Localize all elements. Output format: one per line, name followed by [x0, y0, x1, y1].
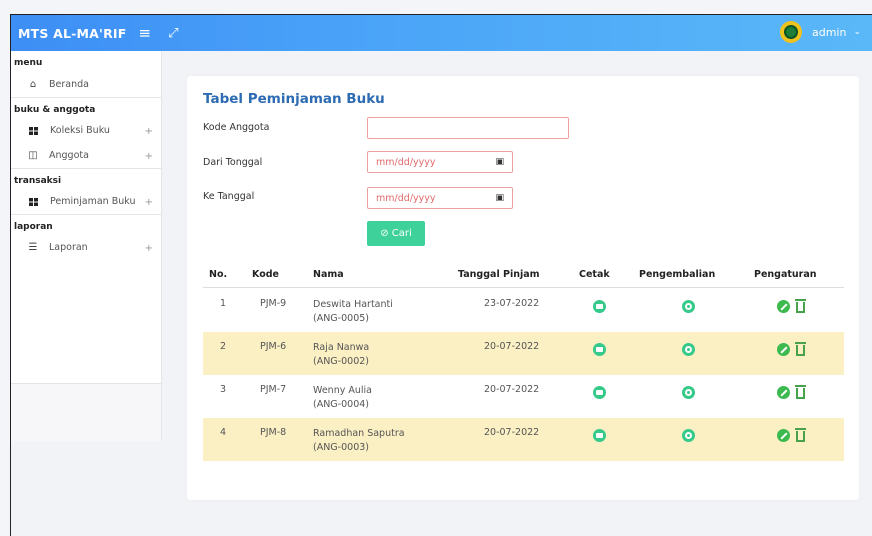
cell-no: 1: [220, 298, 227, 309]
print-icon[interactable]: [593, 386, 606, 399]
return-icon[interactable]: [682, 343, 695, 356]
table-row: 2 PJM-6 Raja Nanwa (ANG-0002) 20-07-2022: [203, 332, 844, 375]
cell-nama: Wenny Aulia (ANG-0004): [313, 385, 372, 410]
cell-tanggal: 23-07-2022: [484, 298, 540, 309]
sidebar-item-peminjaman-buku[interactable]: Peminjaman Buku +: [11, 189, 161, 214]
edit-icon[interactable]: [777, 386, 790, 399]
dari-tanggal-placeholder: mm/dd/yyyy: [376, 156, 436, 168]
dari-tanggal-label: Dari Tonggal: [203, 157, 263, 168]
col-tanggal-pinjam: Tanggal Pinjam: [458, 269, 540, 280]
trash-icon[interactable]: [795, 384, 807, 400]
col-kode: Kode: [252, 269, 279, 280]
col-nama: Nama: [313, 269, 344, 280]
brand-title: MTS AL-MA'RIF: [18, 25, 127, 41]
dari-tanggal-input[interactable]: mm/dd/yyyy ▣: [367, 151, 513, 173]
col-no: No.: [209, 269, 228, 280]
sidebar-section-laporan: laporan: [11, 214, 161, 235]
sidebar-item-label: Koleksi Buku: [50, 125, 110, 136]
table-row: 3 PJM-7 Wenny Aulia (ANG-0004) 20-07-2022: [203, 375, 844, 418]
expand-icon[interactable]: +: [145, 151, 153, 162]
ke-tanggal-input[interactable]: mm/dd/yyyy ▣: [367, 187, 513, 209]
table-row: 1 PJM-9 Deswita Hartanti (ANG-0005) 23-07…: [203, 289, 844, 332]
cell-no: 2: [220, 341, 227, 352]
sidebar: menu ⌂ Beranda buku & anggota Koleksi Bu…: [11, 51, 162, 383]
trash-icon[interactable]: [795, 298, 807, 314]
sidebar-item-label: Laporan: [49, 242, 88, 253]
sidebar-item-laporan[interactable]: ☰ Laporan +: [11, 235, 161, 260]
grid-icon: [29, 126, 38, 135]
user-name: admin: [811, 25, 847, 39]
print-icon[interactable]: [593, 343, 606, 356]
col-pengembalian: Pengembalian: [639, 269, 716, 280]
print-icon[interactable]: [593, 300, 606, 313]
expand-icon[interactable]: +: [145, 126, 153, 137]
cell-kode: PJM-8: [260, 427, 287, 438]
return-icon[interactable]: [682, 386, 695, 399]
grid-icon: [29, 197, 38, 206]
col-pengaturan: Pengaturan: [754, 269, 817, 280]
kode-anggota-input[interactable]: [367, 117, 569, 139]
edit-icon[interactable]: [777, 429, 790, 442]
sidebar-section-transaksi: transaksi: [11, 168, 161, 189]
sidebar-item-koleksi-buku[interactable]: Koleksi Buku +: [11, 118, 161, 143]
sidebar-footer: [11, 383, 162, 441]
search-button[interactable]: ⊘ Cari: [367, 221, 425, 246]
print-icon[interactable]: [593, 429, 606, 442]
return-icon[interactable]: [682, 429, 695, 442]
loan-table-card: Tabel Peminjaman Buku Kode Anggota Dari …: [187, 76, 859, 500]
fullscreen-icon[interactable]: ⤢: [168, 26, 178, 41]
trash-icon[interactable]: [795, 427, 807, 443]
expand-icon[interactable]: +: [145, 197, 153, 208]
user-menu[interactable]: admin ⌄: [779, 21, 861, 43]
cell-no: 4: [220, 427, 227, 438]
table-header: No. Kode Nama Tanggal Pinjam Cetak Penge…: [203, 261, 844, 288]
cell-nama: Ramadhan Saputra (ANG-0003): [313, 428, 405, 453]
user-card-icon: ◫: [28, 150, 38, 161]
avatar: [779, 21, 802, 43]
cell-no: 3: [220, 384, 227, 395]
expand-icon[interactable]: +: [145, 243, 153, 254]
cell-tanggal: 20-07-2022: [484, 384, 540, 395]
sidebar-item-label: Peminjaman Buku: [50, 196, 136, 207]
sidebar-section-menu: menu: [14, 58, 43, 68]
sidebar-item-beranda[interactable]: ⌂ Beranda: [11, 72, 161, 97]
cell-nama: Deswita Hartanti (ANG-0005): [313, 299, 393, 324]
ke-tanggal-label: Ke Tanggal: [203, 191, 255, 202]
ke-tanggal-placeholder: mm/dd/yyyy: [376, 192, 436, 204]
app-frame: MTS AL-MA'RIF ≡ ⤢ admin ⌄ menu ⌂ Beranda…: [10, 14, 872, 536]
home-icon: ⌂: [29, 79, 37, 90]
menu-toggle-icon[interactable]: ≡: [139, 24, 152, 42]
page-title: Tabel Peminjaman Buku: [203, 91, 385, 107]
return-icon[interactable]: [682, 300, 695, 313]
edit-icon[interactable]: [777, 343, 790, 356]
cell-nama: Raja Nanwa (ANG-0002): [313, 342, 370, 367]
sidebar-item-label: Beranda: [49, 79, 89, 90]
sidebar-section-buku-anggota: buku & anggota: [11, 97, 161, 118]
chevron-down-icon: ⌄: [853, 27, 861, 37]
trash-icon[interactable]: [795, 341, 807, 357]
sidebar-item-label: Anggota: [49, 150, 89, 161]
sidebar-item-anggota[interactable]: ◫ Anggota +: [11, 143, 161, 168]
edit-icon[interactable]: [777, 300, 790, 313]
kode-anggota-label: Kode Anggota: [203, 122, 270, 133]
calendar-icon[interactable]: ▣: [495, 193, 504, 203]
col-cetak: Cetak: [579, 269, 610, 280]
cell-tanggal: 20-07-2022: [484, 427, 540, 438]
topbar: MTS AL-MA'RIF ≡ ⤢ admin ⌄: [11, 15, 872, 51]
table-row: 4 PJM-8 Ramadhan Saputra (ANG-0003) 20-07…: [203, 418, 844, 461]
cell-kode: PJM-9: [260, 298, 287, 309]
calendar-icon[interactable]: ▣: [495, 157, 504, 167]
cell-kode: PJM-7: [260, 384, 287, 395]
report-icon: ☰: [28, 242, 38, 253]
cell-tanggal: 20-07-2022: [484, 341, 540, 352]
cell-kode: PJM-6: [260, 341, 287, 352]
